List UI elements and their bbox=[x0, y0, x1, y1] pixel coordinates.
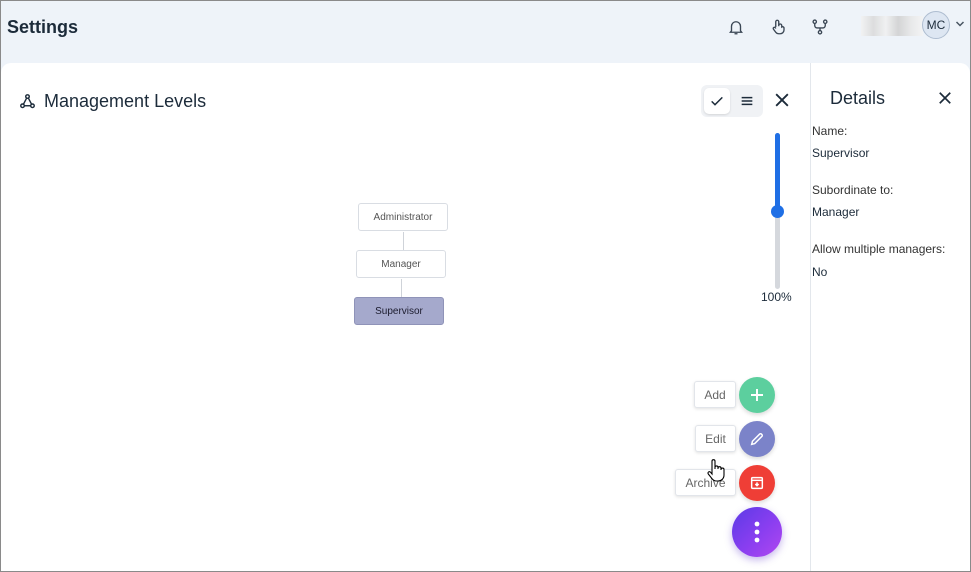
details-title: Details bbox=[830, 88, 886, 108]
tree-connector bbox=[401, 279, 402, 298]
name-value: Supervisor bbox=[812, 146, 870, 160]
app-window: Settings MC Management Levels 100% Admin… bbox=[0, 0, 971, 572]
top-bar: Settings MC bbox=[1, 1, 970, 59]
panel-title: Management Levels bbox=[44, 91, 207, 111]
list-view-button[interactable] bbox=[734, 88, 760, 114]
more-actions-button[interactable] bbox=[732, 507, 782, 557]
hierarchy-icon[interactable] bbox=[808, 15, 832, 39]
plus-icon bbox=[751, 389, 763, 401]
zoom-slider-fill bbox=[775, 133, 780, 211]
multiple-managers-value: No bbox=[812, 265, 828, 279]
tree-connector bbox=[403, 232, 404, 250]
zoom-slider-thumb[interactable] bbox=[771, 205, 784, 218]
subordinate-value: Manager bbox=[812, 205, 860, 219]
multiple-managers-label: Allow multiple managers: bbox=[812, 242, 946, 256]
zoom-level-label: 100% bbox=[761, 290, 792, 304]
add-button[interactable] bbox=[739, 377, 775, 413]
archive-icon bbox=[750, 476, 764, 490]
add-label[interactable]: Add bbox=[694, 381, 736, 408]
avatar[interactable]: MC bbox=[922, 11, 950, 39]
details-panel: Details Name: Supervisor Subordinate to:… bbox=[810, 63, 970, 571]
edit-button[interactable] bbox=[739, 421, 775, 457]
subordinate-label: Subordinate to: bbox=[812, 183, 894, 197]
edit-label[interactable]: Edit bbox=[695, 425, 736, 452]
management-levels-panel: Management Levels 100% Administrator Man… bbox=[1, 63, 811, 571]
check-view-button[interactable] bbox=[704, 88, 730, 114]
bell-icon[interactable] bbox=[724, 15, 748, 39]
org-chart-icon bbox=[19, 93, 36, 115]
zoom-slider[interactable] bbox=[771, 133, 784, 289]
user-name-blurred bbox=[861, 16, 923, 36]
view-toggle bbox=[701, 85, 763, 117]
page-title: Settings bbox=[7, 17, 79, 37]
touch-icon[interactable] bbox=[766, 15, 790, 39]
vertical-dots-icon bbox=[754, 521, 760, 543]
close-icon[interactable] bbox=[772, 90, 792, 115]
details-close-icon[interactable] bbox=[936, 89, 954, 112]
archive-label[interactable]: Archive bbox=[675, 469, 736, 496]
chevron-down-icon[interactable] bbox=[954, 17, 966, 35]
archive-button[interactable] bbox=[739, 465, 775, 501]
pencil-icon bbox=[750, 432, 764, 446]
name-label: Name: bbox=[812, 124, 848, 138]
tree-node-manager[interactable]: Manager bbox=[356, 250, 446, 278]
tree-node-supervisor[interactable]: Supervisor bbox=[354, 297, 444, 325]
tree-node-administrator[interactable]: Administrator bbox=[358, 203, 448, 231]
